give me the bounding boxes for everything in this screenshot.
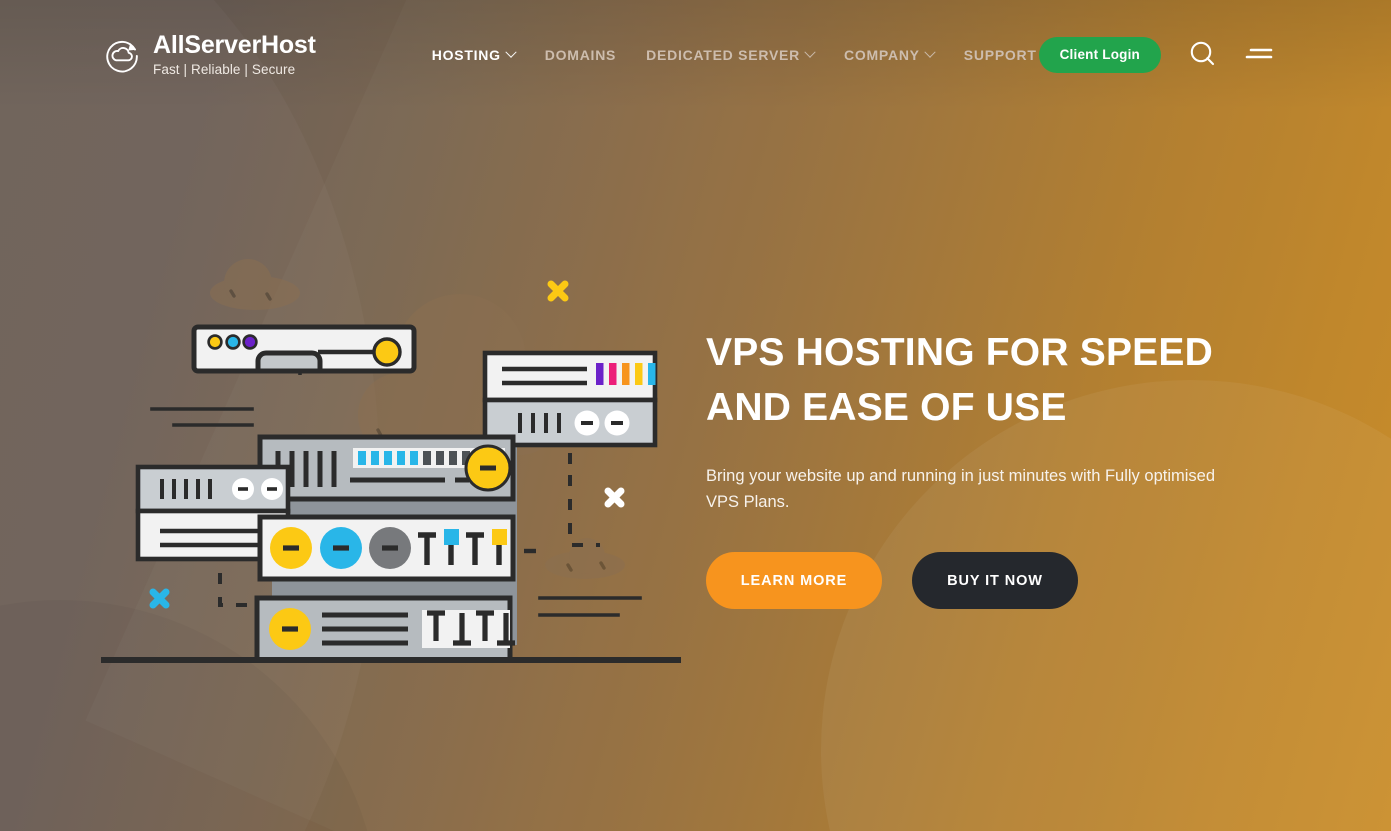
server-unit-blue-bars: [257, 434, 516, 502]
hero-page: AllServerHost Fast | Reliable | Secure H…: [0, 0, 1391, 831]
nav-item-company[interactable]: COMPANY: [844, 46, 936, 63]
hero-title-line2: AND EASE OF USE: [706, 386, 1067, 429]
learn-more-button[interactable]: LEARN MORE: [706, 552, 882, 609]
decor-lines-left: [150, 407, 254, 427]
brand-name: AllServerHost: [153, 31, 316, 60]
nav-item-support[interactable]: SUPPORT: [964, 47, 1037, 63]
site-header: AllServerHost Fast | Reliable | Secure H…: [0, 0, 1391, 110]
chevron-down-icon: [804, 46, 816, 58]
server-unit-right: [482, 350, 658, 448]
search-button[interactable]: [1188, 39, 1218, 72]
cloud-refresh-icon: [104, 37, 141, 74]
hamburger-menu-icon: [1245, 45, 1275, 66]
nav-label: DOMAINS: [544, 47, 617, 63]
hero-content: VPS HOSTING FOR SPEED AND EASE OF USE Br…: [706, 325, 1266, 609]
hamburger-menu-button[interactable]: [1245, 45, 1275, 66]
server-unit-dials: [257, 514, 516, 582]
server-unit-bottom: [254, 595, 515, 663]
search-icon: [1188, 39, 1218, 72]
nav-item-dedicated-server[interactable]: DEDICATED SERVER: [646, 46, 816, 63]
page-title: VPS HOSTING FOR SPEED AND EASE OF USE: [706, 325, 1266, 435]
hero-cta-group: LEARN MORE BUY IT NOW: [706, 552, 1266, 609]
vps-server-stack-illustration: [100, 245, 700, 670]
x-mark-white: [604, 487, 625, 508]
nav-label: DEDICATED SERVER: [646, 47, 800, 63]
client-login-button[interactable]: Client Login: [1038, 37, 1161, 73]
brand-logo[interactable]: AllServerHost Fast | Reliable | Secure: [104, 33, 316, 77]
nav-item-domains[interactable]: DOMAINS: [545, 47, 616, 63]
main-navigation: HOSTING DOMAINS DEDICATED SERVER COMPANY…: [431, 46, 1037, 63]
x-mark-cyan: [149, 588, 170, 609]
chevron-down-icon: [505, 46, 517, 58]
decor-lines-right: [538, 596, 642, 617]
hero-subtitle: Bring your website up and running in jus…: [706, 467, 1216, 511]
nav-label: COMPANY: [844, 47, 920, 63]
chevron-down-icon: [924, 46, 936, 58]
buy-it-now-button[interactable]: BUY IT NOW: [912, 552, 1078, 609]
nav-label: HOSTING: [431, 47, 501, 63]
nav-label: SUPPORT: [963, 47, 1037, 63]
brand-tagline: Fast | Reliable | Secure: [153, 62, 296, 78]
server-unit-top: [191, 324, 417, 374]
header-actions: Client Login: [1038, 37, 1275, 73]
x-mark-yellow: [547, 280, 569, 302]
hero-title-line1: VPS HOSTING FOR SPEED: [706, 331, 1213, 374]
nav-item-hosting[interactable]: HOSTING: [431, 46, 517, 63]
